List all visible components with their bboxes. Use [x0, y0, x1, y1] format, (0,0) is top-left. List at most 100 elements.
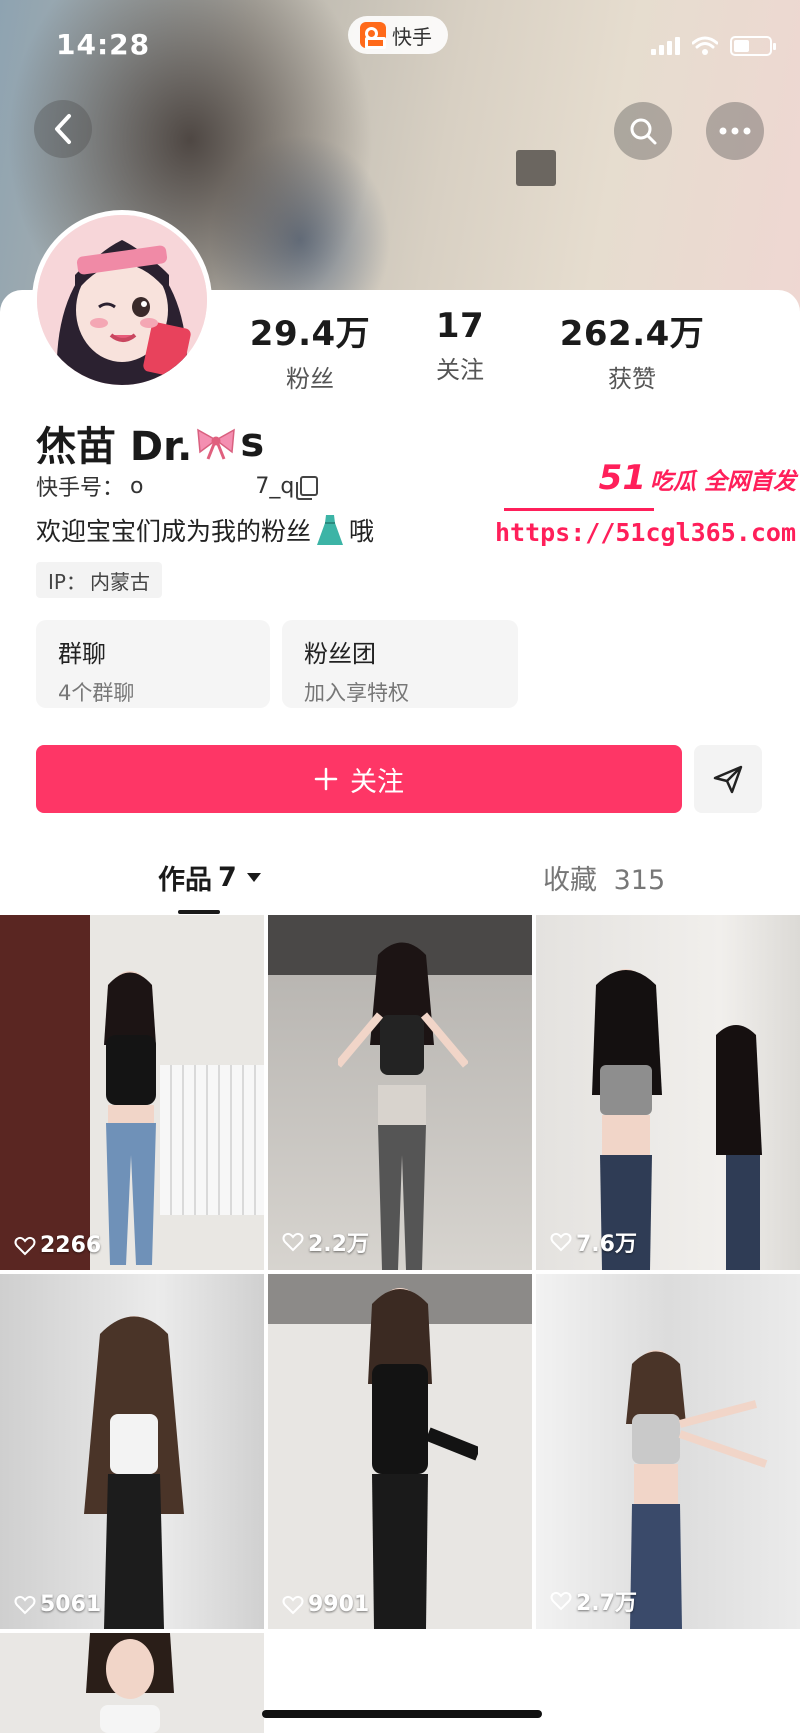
stat-value: 17 — [435, 306, 485, 346]
video-thumbnail[interactable]: 7.6万 — [536, 915, 800, 1270]
search-icon — [630, 118, 657, 145]
avatar-illustration — [37, 215, 207, 385]
fan-club-subtitle: 加入享特权 — [304, 681, 409, 705]
copy-icon[interactable] — [296, 476, 319, 500]
plus-icon — [314, 767, 338, 791]
video-thumbnail[interactable]: 5061 — [0, 1274, 264, 1629]
thumb-person — [338, 942, 468, 1270]
ip-label: IP： — [48, 569, 86, 594]
ip-value: 内蒙古 — [89, 569, 150, 594]
watermark-text: 吃瓜 全网首发 — [649, 469, 796, 495]
profile-name-suffix: s — [240, 420, 265, 466]
wifi-icon — [692, 36, 718, 55]
stat-label: 获赞 — [608, 365, 656, 393]
stat-label: 关注 — [436, 356, 484, 384]
like-count: 9901 — [282, 1592, 369, 1617]
signal-icon — [651, 37, 680, 55]
send-icon — [713, 765, 743, 794]
like-count: 2.2万 — [282, 1226, 369, 1258]
kuaishou-id: 快手号： o 7_q — [36, 470, 319, 502]
thumb-person — [592, 969, 762, 1270]
heart-icon — [550, 1591, 572, 1611]
heart-icon — [282, 1232, 304, 1252]
thumb-person — [368, 1288, 478, 1629]
video-thumbnail[interactable]: 2266 — [0, 915, 264, 1270]
app-name: 快手 — [392, 24, 432, 49]
tab-favorites[interactable]: 收藏 315 — [543, 858, 665, 897]
follow-label: 关注 — [350, 766, 404, 797]
stat-value: 262.4万 — [559, 314, 705, 354]
like-count-value: 9901 — [308, 1592, 370, 1617]
like-count-value: 2.7万 — [576, 1591, 637, 1616]
profile-name: 烋苗 Dr. s — [36, 414, 264, 472]
kuaishou-id-label: 快手号： — [36, 476, 125, 501]
tab-favorites-label: 收藏 — [543, 865, 597, 896]
banner-decor — [516, 150, 556, 186]
stat-followers[interactable]: 29.4万 粉丝 — [230, 306, 390, 394]
share-button[interactable] — [694, 745, 762, 813]
tab-favorites-count: 315 — [613, 865, 666, 896]
like-count-value: 2.2万 — [308, 1232, 369, 1257]
more-button[interactable] — [706, 102, 764, 160]
tab-works[interactable]: 作品 7 — [158, 858, 261, 897]
search-button[interactable] — [614, 102, 672, 160]
heart-icon — [14, 1236, 36, 1255]
like-count-value: 2266 — [40, 1233, 102, 1258]
status-icons — [651, 36, 776, 56]
video-thumbnail[interactable]: 2.2万 — [268, 915, 532, 1270]
stat-label: 粉丝 — [286, 365, 334, 393]
video-thumbnail[interactable]: 2.7万 — [536, 1274, 800, 1629]
profile-stats: 29.4万 粉丝 17 关注 262.4万 获赞 — [230, 306, 790, 394]
content-tabs: 作品 7 收藏 315 — [0, 858, 800, 918]
bio-suffix: 哦 — [349, 517, 375, 546]
thumb-person — [86, 1633, 174, 1733]
watermark-divider — [504, 508, 654, 511]
video-thumbnail[interactable] — [0, 1633, 264, 1733]
like-count-value: 5061 — [40, 1592, 102, 1617]
battery-icon — [730, 36, 776, 56]
watermark-url: https://51cgl365.com — [494, 518, 796, 547]
kuaishou-logo-icon — [360, 22, 386, 49]
home-indicator — [262, 1710, 542, 1718]
like-count: 5061 — [14, 1592, 101, 1617]
watermark: 51 吃瓜 全网首发 https://51cgl365.com — [495, 458, 800, 558]
tab-works-label: 作品 — [158, 865, 212, 896]
like-count-value: 7.6万 — [576, 1232, 637, 1257]
bow-icon — [197, 428, 236, 460]
dress-icon — [317, 515, 344, 545]
like-count: 7.6万 — [550, 1226, 637, 1258]
profile-name-prefix: 烋苗 Dr. — [36, 424, 193, 470]
watermark-number: 51 — [598, 458, 646, 498]
chevron-left-icon — [55, 114, 71, 144]
app-badge: 快手 — [348, 16, 448, 54]
group-chat-subtitle: 4个群聊 — [58, 681, 135, 705]
heart-icon — [14, 1595, 36, 1614]
heart-icon — [550, 1232, 572, 1252]
thumb-person — [84, 1316, 184, 1629]
tab-works-count: 7 — [218, 862, 237, 893]
stat-value: 29.4万 — [249, 314, 371, 354]
kuaishou-id-value: o 7_q — [130, 473, 295, 499]
stat-following[interactable]: 17 关注 — [390, 306, 530, 394]
like-count: 2266 — [14, 1233, 101, 1258]
back-button[interactable] — [34, 100, 92, 158]
bio-text: 欢迎宝宝们成为我的粉丝 — [36, 517, 312, 546]
status-time: 14:28 — [56, 28, 151, 61]
more-dots-icon — [719, 127, 751, 135]
caret-down-icon — [246, 873, 261, 882]
thumb-person — [104, 971, 156, 1265]
stat-likes[interactable]: 262.4万 获赞 — [542, 306, 722, 394]
heart-icon — [282, 1595, 304, 1614]
watermark-brand: 51 吃瓜 全网首发 — [599, 458, 796, 498]
avatar[interactable] — [32, 210, 212, 390]
group-chat-title: 群聊 — [58, 640, 106, 668]
fan-club-title: 粉丝团 — [304, 640, 376, 668]
fan-club-card[interactable]: 粉丝团 加入享特权 — [282, 620, 518, 708]
video-thumbnail[interactable]: 9901 — [268, 1274, 532, 1629]
ip-location-tag: IP： 内蒙古 — [36, 562, 162, 598]
follow-button[interactable]: 关注 — [36, 745, 682, 813]
group-chat-card[interactable]: 群聊 4个群聊 — [36, 620, 270, 708]
like-count: 2.7万 — [550, 1585, 637, 1617]
tab-active-indicator — [178, 910, 220, 914]
profile-bio: 欢迎宝宝们成为我的粉丝 哦 — [36, 512, 374, 548]
